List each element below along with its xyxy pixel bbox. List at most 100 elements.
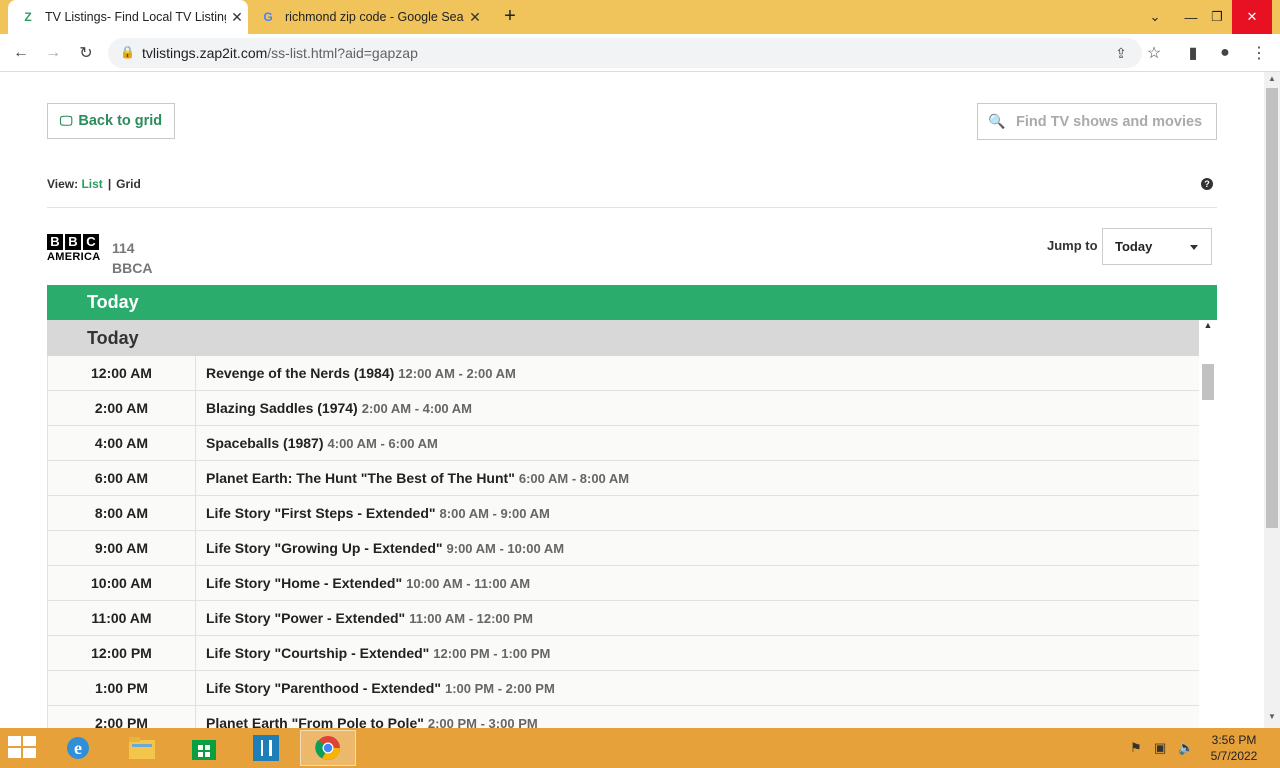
scroll-thumb[interactable] <box>1266 88 1278 528</box>
program-name[interactable]: Life Story "Parenthood - Extended" <box>206 680 441 696</box>
chrome-icon[interactable] <box>300 730 356 766</box>
new-tab-icon[interactable]: + <box>500 6 520 26</box>
taskbar-clock[interactable]: 3:56 PM 5/7/2022 <box>1204 732 1264 764</box>
program-title[interactable]: Planet Earth "From Pole to Pole" 2:00 PM … <box>196 715 538 728</box>
address-bar[interactable]: 🔒 tvlistings.zap2it.com/ss-list.html?aid… <box>108 38 1142 68</box>
back-arrow-icon[interactable]: ← <box>10 42 32 64</box>
view-grid-link[interactable]: Grid <box>116 177 141 191</box>
window-close-icon[interactable]: ✕ <box>1232 0 1272 34</box>
volume-icon[interactable]: 🔈 <box>1178 740 1194 756</box>
program-name[interactable]: Spaceballs (1987) <box>206 435 324 451</box>
program-name[interactable]: Life Story "Power - Extended" <box>206 610 405 626</box>
schedule-row[interactable]: 10:00 AM Life Story "Home - Extended" 10:0… <box>47 565 1199 601</box>
profile-icon[interactable]: ● <box>1214 42 1236 64</box>
schedule-time: 2:00 PM <box>48 705 196 728</box>
url-path: /ss-list.html?aid=gapzap <box>267 45 418 61</box>
view-label: View: <box>47 177 79 191</box>
program-title[interactable]: Life Story "Courtship - Extended" 12:00 P… <box>196 645 550 661</box>
program-title[interactable]: Life Story "Parenthood - Extended" 1:00 P… <box>196 680 555 696</box>
program-time-range: 10:00 AM - 11:00 AM <box>406 576 531 591</box>
schedule-time: 12:00 PM <box>48 635 196 671</box>
program-title[interactable]: Blazing Saddles (1974) 2:00 AM - 4:00 AM <box>196 400 472 416</box>
schedule-row[interactable]: 11:00 AM Life Story "Power - Extended" 11:… <box>47 600 1199 636</box>
program-title[interactable]: Life Story "Power - Extended" 11:00 AM - … <box>196 610 533 626</box>
back-to-grid-button[interactable]: 🖵 Back to grid <box>47 103 175 139</box>
scroll-thumb[interactable] <box>1202 364 1214 400</box>
program-title[interactable]: Spaceballs (1987) 4:00 AM - 6:00 AM <box>196 435 438 451</box>
side-panel-icon[interactable]: ▮ <box>1182 42 1204 64</box>
tab-title: richmond zip code - Google Search <box>285 10 464 24</box>
url-domain: tvlistings.zap2it.com <box>142 45 268 61</box>
program-name[interactable]: Planet Earth: The Hunt "The Best of The … <box>206 470 515 486</box>
bookmark-star-icon[interactable]: ☆ <box>1143 42 1165 64</box>
restore-icon[interactable]: ❐ <box>1206 0 1228 34</box>
page-scrollbar[interactable]: ▲ ▼ <box>1264 72 1280 728</box>
view-toggle: View: List | Grid <box>47 177 141 191</box>
menu-kebab-icon[interactable]: ⋮ <box>1248 42 1270 64</box>
minimize-icon[interactable]: — <box>1180 0 1202 34</box>
program-time-range: 6:00 AM - 8:00 AM <box>518 471 630 486</box>
program-title[interactable]: Life Story "First Steps - Extended" 8:00 … <box>196 505 550 521</box>
bbc-america-logo: B B C AMERICA <box>47 234 101 264</box>
schedule-row[interactable]: 2:00 PM Planet Earth "From Pole to Pole" 2… <box>47 705 1199 728</box>
program-title[interactable]: Life Story "Growing Up - Extended" 9:00 A… <box>196 540 564 556</box>
jump-to-select[interactable]: Today <box>1102 228 1212 265</box>
tab-google-search[interactable]: G richmond zip code - Google Search ✕ <box>250 0 486 34</box>
scroll-up-arrow-icon[interactable]: ▲ <box>1264 74 1280 88</box>
program-name[interactable]: Blazing Saddles (1974) <box>206 400 358 416</box>
program-time-range: 9:00 AM - 10:00 AM <box>446 541 565 556</box>
jump-to-label: Jump to <box>1047 238 1098 253</box>
monitor-icon: 🖵 <box>59 113 73 128</box>
program-time-range: 2:00 PM - 3:00 PM <box>427 716 538 728</box>
schedule-row[interactable]: 2:00 AM Blazing Saddles (1974) 2:00 AM - 4… <box>47 390 1199 426</box>
schedule-row[interactable]: 4:00 AM Spaceballs (1987) 4:00 AM - 6:00 A… <box>47 425 1199 461</box>
program-name[interactable]: Life Story "Courtship - Extended" <box>206 645 429 661</box>
search-input[interactable]: 🔍 Find TV shows and movies <box>977 103 1217 140</box>
url-text[interactable]: tvlistings.zap2it.com/ss-list.html?aid=g… <box>142 45 418 61</box>
lock-icon: 🔒 <box>120 45 135 59</box>
search-icon: 🔍 <box>988 113 1006 129</box>
day-header: Today <box>47 320 1199 356</box>
channel-name: BBCA <box>112 260 153 276</box>
logo-letter: C <box>83 234 99 250</box>
view-list-link[interactable]: List <box>81 177 102 191</box>
tab-search-chevron-icon[interactable]: ⌄ <box>1144 0 1166 34</box>
help-icon[interactable]: ? <box>1201 178 1213 190</box>
schedule-row[interactable]: 6:00 AM Planet Earth: The Hunt "The Best … <box>47 460 1199 496</box>
internet-explorer-icon[interactable]: e <box>50 730 106 766</box>
program-name[interactable]: Revenge of the Nerds (1984) <box>206 365 394 381</box>
scroll-up-arrow-icon[interactable]: ▲ <box>1199 320 1217 334</box>
schedule-row[interactable]: 1:00 PM Life Story "Parenthood - Extended… <box>47 670 1199 706</box>
schedule-time: 10:00 AM <box>48 565 196 601</box>
program-name[interactable]: Planet Earth "From Pole to Pole" <box>206 715 424 728</box>
program-name[interactable]: Life Story "Growing Up - Extended" <box>206 540 443 556</box>
program-title[interactable]: Planet Earth: The Hunt "The Best of The … <box>196 470 629 486</box>
flag-icon[interactable]: ⚑ <box>1130 740 1142 756</box>
scroll-down-arrow-icon[interactable]: ▼ <box>1264 712 1280 726</box>
file-explorer-icon[interactable] <box>114 730 170 766</box>
forward-arrow-icon[interactable]: → <box>42 42 64 64</box>
caret-down-icon <box>1190 245 1198 250</box>
network-icon[interactable]: ▣ <box>1154 740 1166 756</box>
logo-letter: B <box>47 234 63 250</box>
schedule-list: Today 12:00 AM Revenge of the Nerds (1984… <box>47 320 1217 728</box>
restaurant-icon[interactable] <box>238 730 294 766</box>
store-icon[interactable] <box>176 730 232 766</box>
reload-icon[interactable]: ↻ <box>75 42 97 64</box>
program-title[interactable]: Life Story "Home - Extended" 10:00 AM - 1… <box>196 575 530 591</box>
schedule-row[interactable]: 12:00 AM Revenge of the Nerds (1984) 12:00… <box>47 355 1199 391</box>
program-time-range: 1:00 PM - 2:00 PM <box>444 681 555 696</box>
schedule-row[interactable]: 8:00 AM Life Story "First Steps - Extende… <box>47 495 1199 531</box>
schedule-rows: 12:00 AM Revenge of the Nerds (1984) 12:00… <box>47 355 1199 728</box>
program-name[interactable]: Life Story "Home - Extended" <box>206 575 402 591</box>
windows-start-icon[interactable] <box>8 736 38 760</box>
list-scrollbar[interactable]: ▲ <box>1199 320 1217 728</box>
schedule-row[interactable]: 9:00 AM Life Story "Growing Up - Extended… <box>47 530 1199 566</box>
program-name[interactable]: Life Story "First Steps - Extended" <box>206 505 436 521</box>
program-title[interactable]: Revenge of the Nerds (1984) 12:00 AM - 2:… <box>196 365 516 381</box>
close-tab-icon[interactable]: ✕ <box>464 9 486 26</box>
tab-tv-listings[interactable]: Z TV Listings- Find Local TV Listings ✕ <box>8 0 248 34</box>
close-tab-icon[interactable]: ✕ <box>226 9 248 26</box>
share-icon[interactable]: ⇪ <box>1110 42 1132 64</box>
schedule-row[interactable]: 12:00 PM Life Story "Courtship - Extended… <box>47 635 1199 671</box>
